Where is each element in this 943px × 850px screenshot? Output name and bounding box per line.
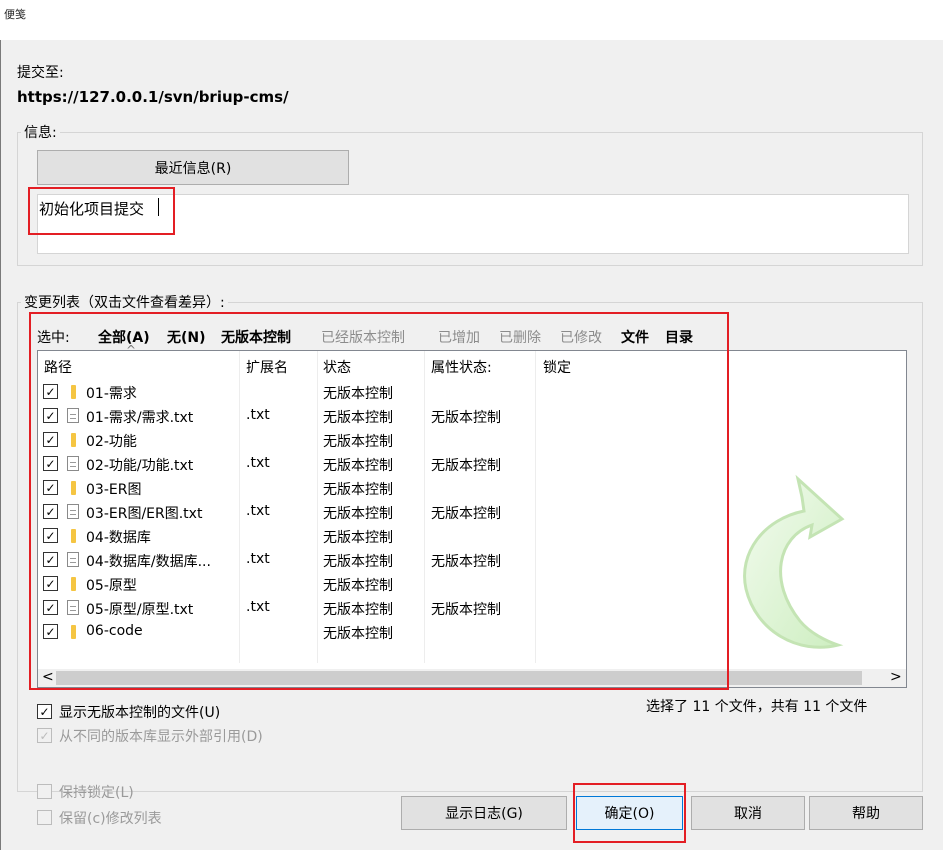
highlight-list	[29, 312, 729, 690]
show-externals-checkbox[interactable]: ✓	[37, 728, 52, 743]
highlight-message	[28, 187, 175, 235]
highlight-ok	[573, 783, 686, 843]
show-unversioned-label: 显示无版本控制的文件(U)	[59, 705, 221, 721]
show-externals-label: 从不同的版本库显示外部引用(D)	[59, 729, 263, 745]
window-caption: 便笺	[4, 8, 26, 21]
commit-url: https://127.0.0.1/svn/briup-cms/	[17, 88, 289, 106]
message-legend: 信息:	[21, 122, 60, 142]
keep-locks-label: 保持锁定(L)	[59, 785, 134, 801]
commit-dialog: 提交至: https://127.0.0.1/svn/briup-cms/ 信息…	[0, 40, 943, 850]
recent-messages-button[interactable]: 最近信息(R)	[37, 150, 349, 185]
cancel-button[interactable]: 取消	[691, 796, 805, 830]
selection-summary: 选择了 11 个文件，共有 11 个文件	[646, 699, 868, 715]
commit-arrow-icon	[743, 474, 845, 649]
scroll-right-icon[interactable]: >	[890, 669, 902, 685]
show-log-button[interactable]: 显示日志(G)	[401, 796, 567, 830]
commit-to-label: 提交至:	[17, 65, 64, 81]
keep-changelist-label: 保留(c)修改列表	[59, 811, 162, 827]
changes-legend: 变更列表（双击文件查看差异）:	[21, 292, 228, 312]
keep-changelist-checkbox[interactable]	[37, 810, 52, 825]
help-button[interactable]: 帮助	[809, 796, 923, 830]
keep-locks-checkbox[interactable]	[37, 784, 52, 799]
show-unversioned-checkbox[interactable]: ✓	[37, 704, 52, 719]
